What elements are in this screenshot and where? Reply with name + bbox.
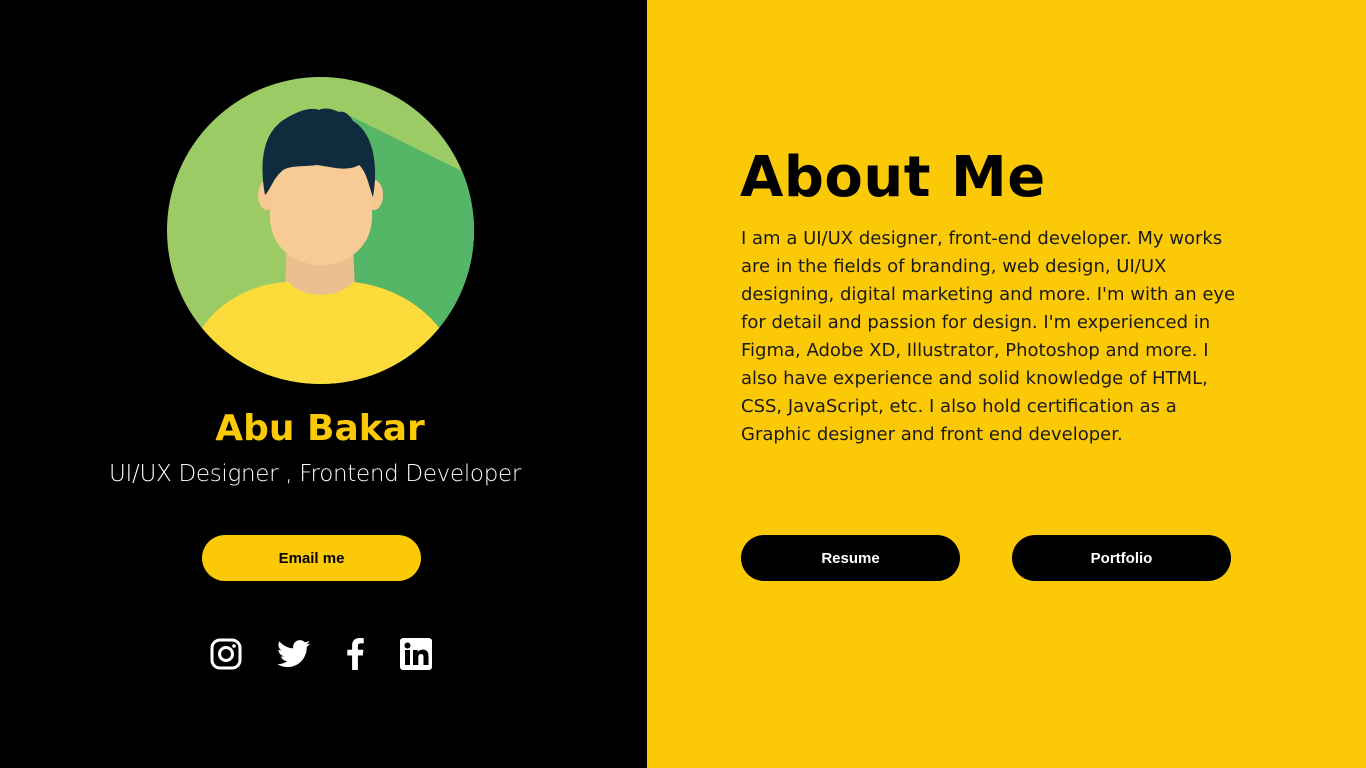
avatar-illustration: [167, 77, 474, 384]
profile-role: UI/UX Designer , Frontend Developer: [108, 461, 522, 487]
email-me-button[interactable]: Email me: [202, 535, 421, 581]
twitter-icon[interactable]: [277, 636, 311, 672]
facebook-icon[interactable]: [343, 636, 367, 672]
profile-name: Abu Bakar: [215, 408, 425, 449]
linkedin-icon[interactable]: [400, 636, 432, 672]
social-links: [0, 636, 647, 672]
about-panel: About Me I am a UI/UX designer, front-en…: [647, 0, 1366, 768]
instagram-icon[interactable]: [209, 636, 242, 672]
avatar: [167, 77, 474, 384]
portfolio-button[interactable]: Portfolio: [1012, 535, 1231, 581]
profile-panel: Abu Bakar UI/UX Designer , Frontend Deve…: [0, 0, 647, 768]
about-title: About Me: [740, 145, 1046, 210]
about-description: I am a UI/UX designer, front-end develop…: [741, 228, 1236, 445]
resume-button[interactable]: Resume: [741, 535, 960, 581]
